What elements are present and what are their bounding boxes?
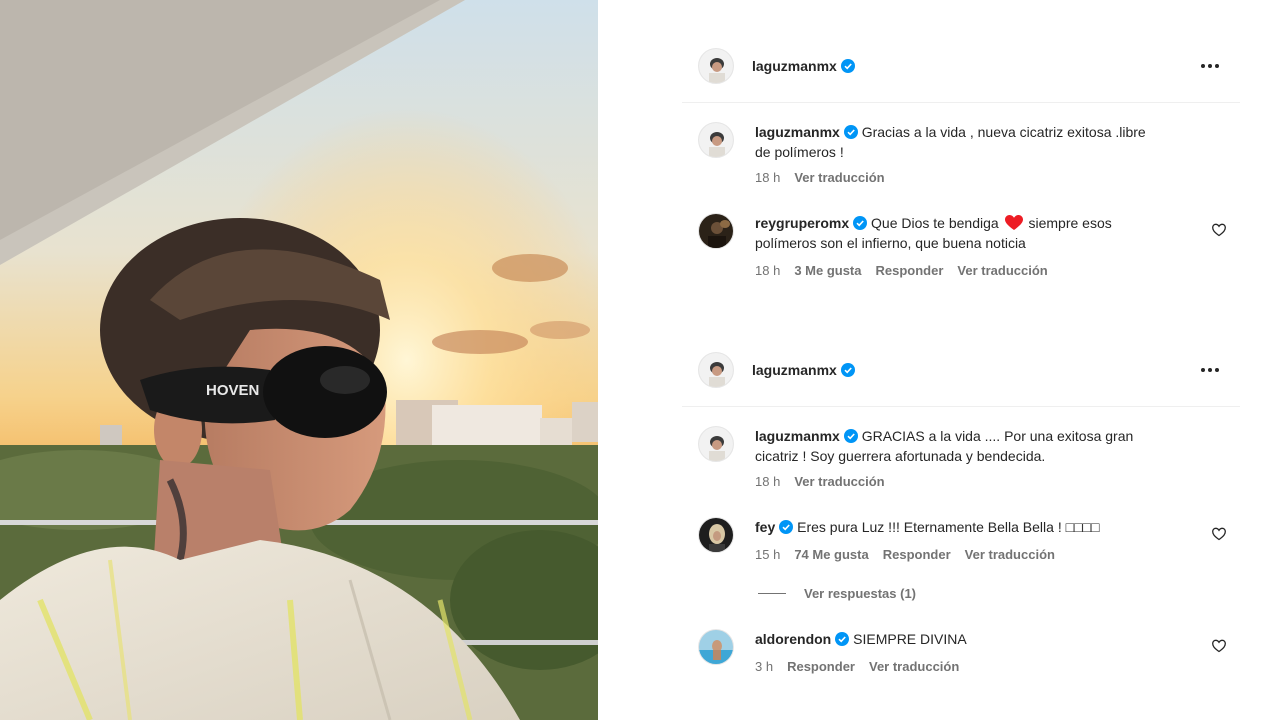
verified-badge-icon	[779, 520, 794, 534]
comment-body: aldorendon SIEMPRE DIVINA	[755, 629, 1155, 649]
comments-panel: laguzmanmx laguzmanmx Gracias a la vida …	[682, 0, 1240, 720]
likes-count[interactable]: 74 Me gusta	[794, 547, 868, 562]
comment-body: laguzmanmx Gracias a la vida , nueva cic…	[755, 122, 1155, 162]
comment-text: SIEMPRE DIVINA	[853, 631, 967, 647]
comment-meta: 18 h Ver traducción	[755, 170, 885, 185]
post-author[interactable]: laguzmanmx	[752, 362, 855, 378]
view-replies-label: Ver respuestas (1)	[804, 586, 917, 601]
comment-time[interactable]: 15 h	[755, 547, 780, 562]
heart-outline-icon[interactable]	[1212, 527, 1226, 541]
more-options-button[interactable]	[1198, 358, 1222, 382]
verified-badge-icon	[835, 632, 850, 646]
translate-link[interactable]: Ver traducción	[965, 547, 1055, 562]
comment-username[interactable]: aldorendon	[755, 631, 831, 647]
reply-link[interactable]: Responder	[883, 547, 951, 562]
comment-meta: 18 h Ver traducción	[755, 474, 885, 489]
comment-meta: 15 h 74 Me gusta Responder Ver traducció…	[755, 547, 1055, 562]
comment-time[interactable]: 3 h	[755, 659, 773, 674]
comment-body: reygruperomx Que Dios te bendiga siempre…	[755, 213, 1155, 253]
comment-body: laguzmanmx GRACIAS a la vida .... Por un…	[755, 426, 1155, 466]
comment-username[interactable]: fey	[755, 519, 775, 535]
view-replies-button[interactable]: Ver respuestas (1)	[758, 586, 916, 601]
post-photo: HOVEN	[0, 0, 598, 720]
comment-time[interactable]: 18 h	[755, 170, 780, 185]
verified-badge-icon	[853, 216, 868, 230]
heart-outline-icon[interactable]	[1212, 223, 1226, 237]
replies-line	[758, 593, 786, 594]
red-heart-emoji-icon	[1004, 215, 1023, 230]
avatar[interactable]	[698, 629, 734, 665]
post-author[interactable]: laguzmanmx	[752, 58, 855, 74]
comment-time[interactable]: 18 h	[755, 474, 780, 489]
translate-link[interactable]: Ver traducción	[794, 170, 884, 185]
avatar[interactable]	[698, 517, 734, 553]
avatar[interactable]	[698, 48, 734, 84]
comment-username[interactable]: laguzmanmx	[755, 428, 840, 444]
translate-link[interactable]: Ver traducción	[869, 659, 959, 674]
comment-meta: 18 h 3 Me gusta Responder Ver traducción	[755, 263, 1048, 278]
post-header: laguzmanmx	[682, 34, 1240, 100]
divider	[682, 406, 1240, 407]
post-header: laguzmanmx	[682, 338, 1240, 404]
comment-text-start: Que Dios te bendiga	[871, 215, 999, 231]
comment-username[interactable]: reygruperomx	[755, 215, 849, 231]
reply-link[interactable]: Responder	[876, 263, 944, 278]
divider	[682, 102, 1240, 103]
comment-time[interactable]: 18 h	[755, 263, 780, 278]
comment-body: fey Eres pura Luz !!! Eternamente Bella …	[755, 517, 1155, 537]
verified-badge-icon	[843, 429, 858, 443]
more-options-button[interactable]	[1198, 54, 1222, 78]
comment-text: Eres pura Luz !!! Eternamente Bella Bell…	[797, 519, 1100, 535]
sunglasses-brand-text: HOVEN	[206, 382, 259, 399]
more-horizontal-icon	[1201, 64, 1219, 68]
verified-badge-icon	[840, 59, 855, 73]
heart-outline-icon[interactable]	[1212, 639, 1226, 653]
comment-username[interactable]: laguzmanmx	[755, 124, 840, 140]
avatar[interactable]	[698, 213, 734, 249]
verified-badge-icon	[840, 363, 855, 377]
translate-link[interactable]: Ver traducción	[794, 474, 884, 489]
username[interactable]: laguzmanmx	[752, 58, 837, 74]
verified-badge-icon	[843, 125, 858, 139]
translate-link[interactable]: Ver traducción	[957, 263, 1047, 278]
reply-link[interactable]: Responder	[787, 659, 855, 674]
avatar[interactable]	[698, 352, 734, 388]
username[interactable]: laguzmanmx	[752, 362, 837, 378]
more-horizontal-icon	[1201, 368, 1219, 372]
avatar[interactable]	[698, 426, 734, 462]
likes-count[interactable]: 3 Me gusta	[794, 263, 861, 278]
comment-meta: 3 h Responder Ver traducción	[755, 659, 959, 674]
avatar[interactable]	[698, 122, 734, 158]
